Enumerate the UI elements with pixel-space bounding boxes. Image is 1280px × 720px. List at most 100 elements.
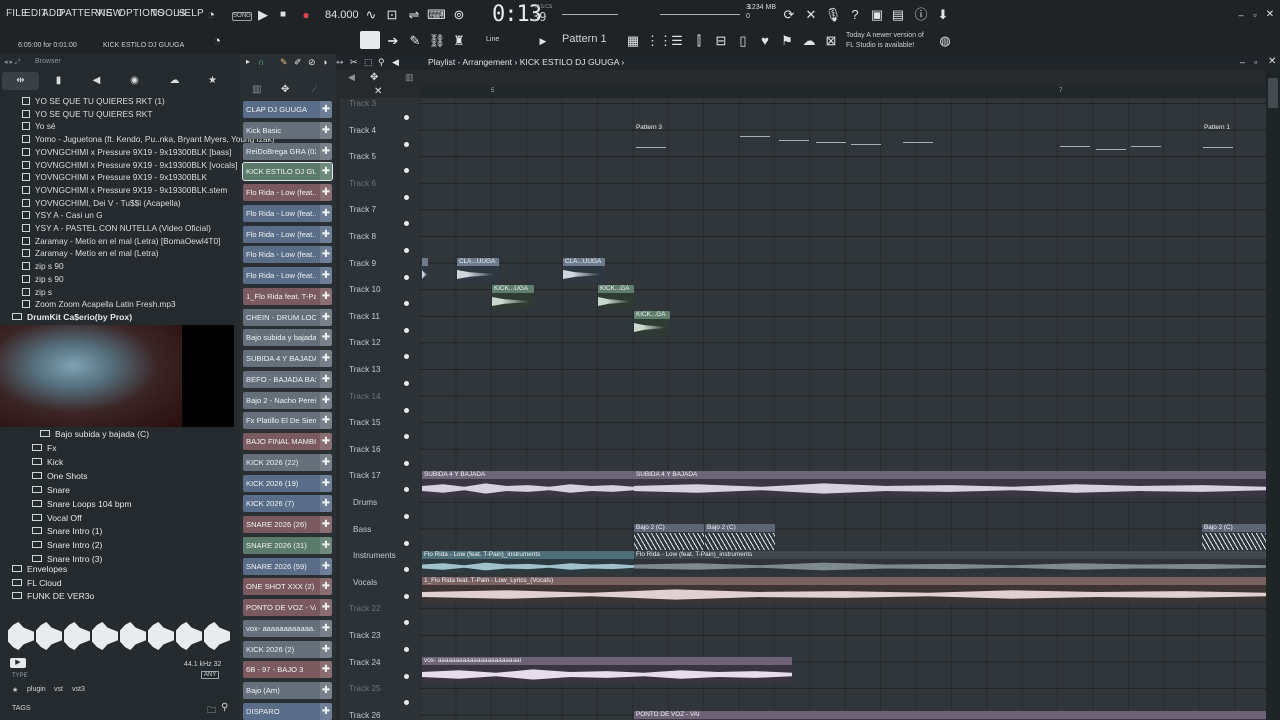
wait-input-icon[interactable]: ⊡ (383, 6, 401, 24)
track-mute-indicator[interactable] (404, 673, 409, 679)
paint-tool-icon[interactable]: ✐ (294, 57, 302, 68)
knob-icon[interactable]: ◔ (208, 32, 226, 50)
browser-file-item[interactable]: Yo sé (22, 121, 55, 131)
pl-maximize-icon[interactable]: ▫ (1254, 57, 1257, 67)
browser-file-item[interactable]: YOVNGCHIMI x Pressure 9X19 - 9x19300BLK … (22, 147, 231, 157)
browser-file-item[interactable]: YO SE QUE TU QUIERES RKT (1) (22, 96, 165, 106)
browser-file-item[interactable]: YOVNGCHIMI x Pressure 9X19 - 9x19300BLK … (22, 160, 237, 170)
channel-add-icon[interactable]: ✚ (320, 412, 332, 430)
channel-add-icon[interactable]: ✚ (320, 682, 332, 699)
channel-add-icon[interactable]: ✚ (320, 225, 332, 243)
channel-button[interactable]: Kick Basic ✚ (243, 121, 332, 139)
channel-button[interactable]: KICK 2026 (7) ✚ (243, 495, 332, 513)
track-mute-indicator[interactable] (404, 381, 409, 386)
track-label[interactable]: Track 15 (349, 418, 381, 427)
browser-file-item[interactable]: Zoom Zoom Acapella Latin Fresh.mp3 (22, 299, 176, 309)
browser-file-item[interactable]: YSY A - PASTEL CON NUTELLA (Video Oficia… (22, 223, 211, 233)
stamp-icon[interactable]: ♜ (450, 32, 468, 50)
track-mute-indicator[interactable] (404, 194, 409, 200)
track-label[interactable]: Track 16 (349, 445, 381, 454)
subfolder-item[interactable]: Snare Intro (1) (32, 526, 102, 536)
channel-add-icon[interactable]: ✚ (320, 121, 332, 139)
arrow-right-icon[interactable]: ➔ (384, 32, 402, 50)
playlist-window-icon[interactable]: ▦ (624, 32, 642, 50)
scroll-move-icon[interactable]: ✥ (370, 72, 378, 83)
channel-button[interactable]: SNARE 2026 (26) ✚ (243, 516, 332, 533)
channel-add-icon[interactable]: ✚ (320, 350, 332, 367)
channel-add-icon[interactable]: ✚ (320, 640, 332, 658)
track-label[interactable]: Drums (353, 498, 377, 507)
browser-file-item[interactable]: zip s 90 (22, 274, 64, 284)
master-pitch-slider[interactable] (562, 14, 618, 15)
export-icon[interactable]: ▤ (889, 6, 907, 24)
playlist-clip[interactable]: Bajo 2 (C) (1202, 524, 1266, 550)
plugin-database-icon[interactable]: ⊠ (822, 32, 840, 50)
curve-icon[interactable]: ⁄ (314, 84, 316, 95)
track-label[interactable]: Track 17 (349, 471, 381, 480)
playlist-clip[interactable]: KICK...GA (634, 311, 670, 335)
timeline-ruler[interactable] (420, 86, 1276, 98)
track-mute-indicator[interactable] (404, 141, 409, 147)
track-label[interactable]: Track 24 (349, 658, 381, 667)
track-label[interactable]: Track 5 (349, 152, 376, 161)
track-label[interactable]: Track 8 (349, 232, 376, 241)
playlist-clip[interactable]: Bajo 2 (C) (634, 524, 704, 550)
channel-add-icon[interactable]: ✚ (320, 204, 332, 222)
track-label[interactable]: Track 13 (349, 365, 381, 374)
track-mute-indicator[interactable] (404, 460, 409, 466)
channel-button[interactable]: Bajo 2 - Nacho Pereira ✚ (243, 391, 332, 409)
microphone-icon[interactable]: 🎙 (824, 6, 842, 24)
playlist-clip[interactable]: CLA...UUGA (457, 258, 499, 282)
countdown-icon[interactable]: ⇌ (405, 6, 423, 24)
channel-add-icon[interactable]: ✚ (320, 246, 332, 264)
playlist-clip[interactable]: CLA...UUGA (563, 258, 605, 282)
type-filter-value[interactable]: ANY (201, 671, 220, 679)
track-mute-indicator[interactable] (404, 248, 409, 253)
touch-controller-icon[interactable]: ⚑ (778, 32, 796, 50)
browser-file-item[interactable]: Yomo - Juguetona (ft. Kendo, Pu..nka, Br… (22, 134, 275, 144)
piano-icon[interactable]: ▥ (252, 84, 261, 95)
tag-vst3[interactable]: vst3 (72, 686, 85, 693)
channel-button[interactable]: BAJO FINAL MAMBO DJ... ✚ (243, 433, 332, 450)
channel-button[interactable]: Flo Rida - Low (feat.... ✚ (243, 204, 332, 222)
zoom-tool-icon[interactable]: ⚲ (378, 57, 385, 68)
root-folder-item[interactable]: FL Cloud (12, 578, 62, 588)
pl-arrow-icon[interactable]: ▸ (246, 57, 250, 66)
channel-add-icon[interactable]: ✚ (320, 391, 332, 409)
channel-add-icon[interactable]: ✚ (320, 661, 332, 679)
drumkit-folder[interactable]: DrumKit Ca$erio(by Prox) (12, 312, 132, 322)
track-label[interactable]: Track 9 (349, 259, 376, 268)
playlist-clip[interactable]: SUBIDA 4 Y BAJADA (634, 471, 1266, 497)
channel-add-icon[interactable]: ✚ (320, 702, 332, 720)
channel-add-icon[interactable]: ✚ (320, 536, 332, 554)
save-icon[interactable]: ▣ (868, 6, 886, 24)
master-volume-knob-icon[interactable]: ◔ (202, 6, 220, 24)
channel-button[interactable]: 1_Flo Rida feat. T-Pa... ✚ (243, 287, 332, 305)
track-label[interactable]: Track 10 (349, 285, 381, 294)
channel-add-icon[interactable]: ✚ (320, 370, 332, 388)
channel-button[interactable]: SUBIDA 4 Y BAJADA ✚ (243, 350, 332, 367)
stop-icon[interactable]: ■ (274, 6, 292, 24)
track-label[interactable]: Instruments (353, 551, 396, 560)
channel-button[interactable]: Flo Rida - Low (feat.... ✚ (243, 267, 332, 284)
channel-add-icon[interactable]: ✚ (320, 474, 332, 492)
track-label[interactable]: Track 14 (349, 392, 381, 401)
channel-button[interactable]: KICK ESTILO DJ GUUGA ✚ (242, 162, 333, 182)
playlist-clip[interactable]: Bajo 2 (C) (705, 524, 775, 550)
root-folder-item[interactable]: Envelopes (12, 564, 67, 574)
subfolder-item[interactable]: Snare (32, 485, 70, 495)
subfolder-item[interactable]: Snare Intro (3) (32, 554, 102, 564)
metronome-icon[interactable]: ∿ (362, 6, 380, 24)
channel-button[interactable]: Flo Rida - Low (feat.... ✚ (243, 225, 332, 243)
subfolder-item[interactable]: Fx (32, 443, 57, 453)
preview-play-icon[interactable]: ▶ (10, 658, 26, 668)
track-label[interactable]: Track 6 (349, 179, 376, 188)
link-icon[interactable]: ⛓ (428, 32, 446, 50)
track-mute-indicator[interactable] (404, 514, 409, 519)
playlist-clip[interactable]: 1_Flo Rida feat. T-Pain - Low_Lyrics_(Vo… (422, 577, 1266, 603)
channel-button[interactable]: SNARE 2026 (59) ✚ (243, 557, 332, 575)
browser-file-item[interactable]: zip s (22, 287, 52, 297)
news-panel[interactable]: Today A newer version of FL Studio is av… (846, 31, 924, 51)
download-icon[interactable]: ⬇ (934, 6, 952, 24)
play-icon[interactable]: ▶ (254, 6, 272, 24)
